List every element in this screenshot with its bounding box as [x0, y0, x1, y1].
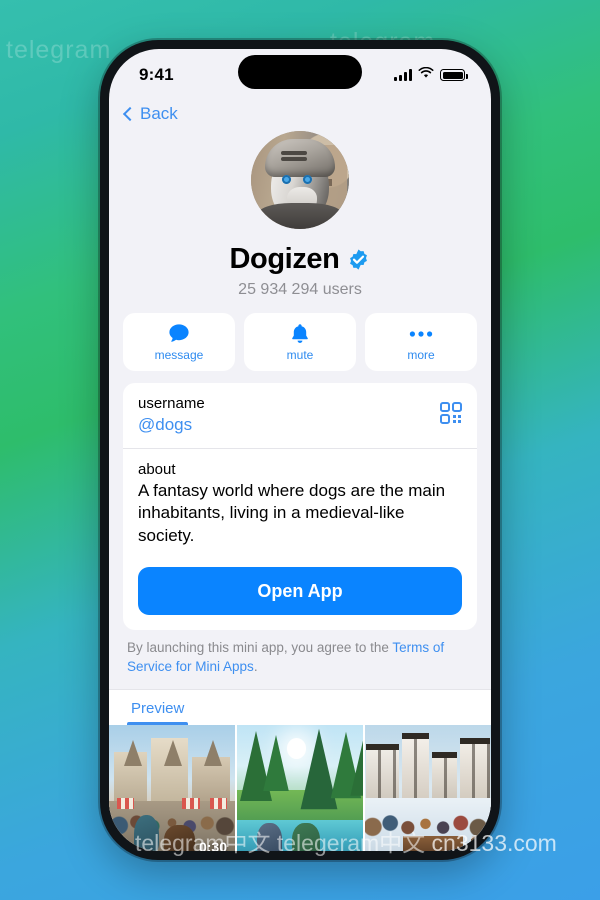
wifi-icon: [418, 66, 434, 84]
verified-badge-icon: [347, 248, 370, 271]
back-button[interactable]: Back: [122, 104, 178, 124]
about-row: about A fantasy world where dogs are the…: [123, 449, 477, 553]
scene-dog: [257, 822, 283, 851]
about-label: about: [138, 461, 176, 478]
name-row: Dogizen: [109, 243, 491, 276]
gallery-item-forest-lake[interactable]: [237, 724, 363, 851]
nav-bar: Back: [109, 95, 491, 129]
message-label: message: [154, 347, 204, 362]
about-text: A fantasy world where dogs are the main …: [138, 481, 446, 545]
signal-bars-icon: [394, 69, 412, 81]
scene-tree: [350, 736, 363, 796]
tab-bar: Preview: [109, 688, 491, 725]
scene-spire: [124, 739, 143, 766]
scene-timber-beams: [401, 738, 430, 801]
scene-market-table: [402, 836, 464, 851]
scene-spire: [164, 739, 183, 766]
status-bar: 9:41: [109, 49, 491, 95]
message-button[interactable]: message: [123, 313, 235, 371]
ellipsis-icon: [409, 323, 433, 345]
back-label: Back: [140, 104, 178, 123]
media-gallery: 0:30: [109, 724, 491, 851]
avatar-helmet: [265, 139, 335, 177]
bell-icon: [290, 323, 310, 345]
chevron-left-icon: [122, 106, 138, 122]
scene-timber-beams: [431, 757, 457, 801]
scene-tree: [262, 735, 289, 792]
profile-header: Dogizen 25 934 294 users: [109, 129, 491, 299]
tab-preview[interactable]: Preview: [127, 690, 189, 725]
avatar-armor: [257, 203, 343, 229]
scene-timber-beams: [459, 744, 490, 801]
phone-frame: 9:41 Back Dogizen 25 934 294 users messa…: [100, 40, 500, 860]
open-app-button[interactable]: Open App: [138, 567, 462, 616]
video-duration-badge: 0:30: [198, 838, 227, 851]
dynamic-island: [238, 55, 362, 89]
avatar[interactable]: [251, 131, 349, 229]
scene-spire: [203, 739, 222, 766]
mute-button[interactable]: mute: [244, 313, 356, 371]
username-label: username: [138, 395, 205, 412]
scene-house: [366, 743, 399, 801]
username-block: username @dogs: [138, 395, 205, 435]
background-watermark-left: telegram: [6, 36, 112, 64]
username-value[interactable]: @dogs: [138, 415, 205, 435]
scene-house: [401, 732, 430, 801]
action-buttons: message mute more: [109, 299, 491, 371]
status-icons: [394, 66, 468, 84]
mute-label: mute: [286, 347, 314, 362]
page-title: Dogizen: [229, 243, 340, 275]
avatar-eye-left: [282, 175, 291, 184]
scene-dog: [292, 822, 321, 851]
disclaimer-period: .: [253, 658, 258, 674]
member-count: 25 934 294 users: [238, 281, 362, 298]
disclaimer-text: By launching this mini app, you agree to…: [127, 640, 393, 656]
more-label: more: [407, 347, 435, 362]
scene-crowd: [365, 800, 491, 840]
info-card: username @dogs about A fantasy world whe…: [123, 383, 477, 631]
scene-house: [431, 751, 457, 801]
scene-dog: [134, 814, 160, 851]
scene-dog: [164, 825, 195, 851]
avatar-eye-right: [303, 175, 312, 184]
scene-barrel: [470, 836, 486, 851]
status-time: 9:41: [139, 65, 174, 84]
disclaimer: By launching this mini app, you agree to…: [109, 630, 491, 675]
more-button[interactable]: more: [365, 313, 477, 371]
gallery-item-medieval-town[interactable]: 0:30: [109, 724, 235, 851]
scene-timber-beams: [366, 749, 399, 801]
qr-code-icon[interactable]: [440, 401, 462, 429]
phone-screen: 9:41 Back Dogizen 25 934 294 users messa…: [109, 49, 491, 851]
scene-house: [459, 738, 490, 801]
username-row[interactable]: username @dogs: [123, 383, 477, 449]
gallery-item-snowy-village[interactable]: [365, 724, 491, 851]
battery-icon: [440, 69, 468, 81]
chat-bubble-icon: [168, 323, 190, 345]
